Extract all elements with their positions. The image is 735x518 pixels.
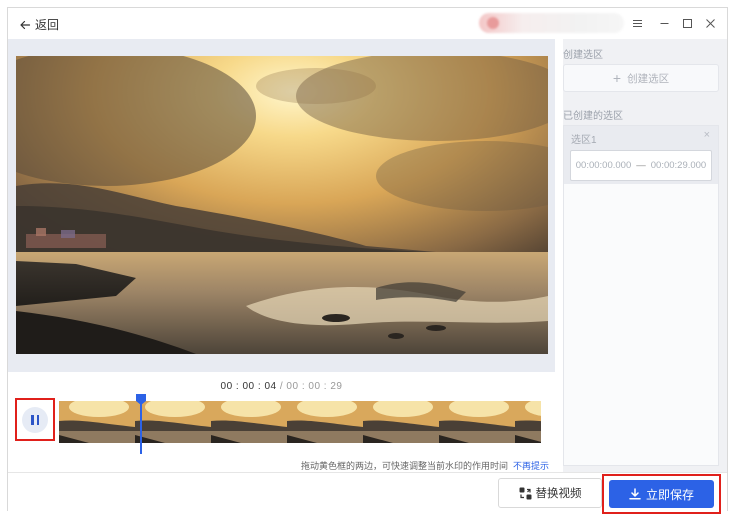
menu-button[interactable]	[629, 15, 645, 31]
maximize-icon	[682, 18, 692, 28]
pause-button[interactable]	[22, 406, 48, 433]
timeline-area: 00 : 00 : 04 / 00 : 00 : 29 拖动黄色框的两边，可快速…	[8, 372, 555, 471]
region-start-time: 00:00:00.000	[575, 160, 632, 171]
create-section-title: 创建选区	[563, 50, 603, 61]
remove-region-icon[interactable]: ×	[704, 129, 710, 141]
save-highlight: 立即保存	[602, 474, 721, 514]
region-time-range[interactable]: 00:00:00.000 — 00:00:29.000	[570, 150, 712, 181]
total-time: 00 : 00 : 29	[286, 381, 343, 392]
current-time: 00 : 00 : 04	[220, 381, 277, 392]
arrow-left-icon	[20, 20, 31, 29]
back-button[interactable]: 返回	[19, 16, 59, 33]
video-preview-area	[8, 39, 555, 372]
menu-icon	[632, 19, 642, 27]
thumbnail-frame	[211, 401, 287, 443]
timecode: 00 : 00 : 04 / 00 : 00 : 29	[8, 381, 555, 392]
thumbnail-frame	[515, 401, 541, 443]
created-section-title: 已创建的选区	[563, 111, 623, 122]
range-dash: —	[636, 160, 646, 171]
swap-icon	[519, 487, 531, 499]
save-now-label: 立即保存	[645, 487, 694, 502]
playhead-handle[interactable]	[136, 394, 146, 454]
save-now-button[interactable]: 立即保存	[609, 480, 714, 508]
account-avatar[interactable]	[479, 13, 624, 33]
footer-bar: 替换视频 立即保存	[8, 472, 727, 514]
time-separator: /	[276, 381, 287, 392]
region-item[interactable]: 选区1 × 00:00:00.000 — 00:00:29.000	[564, 126, 718, 184]
thumbnail-frame	[59, 401, 135, 443]
download-icon	[629, 488, 641, 500]
create-region-label: 创建选区	[627, 72, 670, 85]
thumbnail-frame	[287, 401, 363, 443]
video-frame[interactable]	[16, 56, 548, 354]
region-panel: 创建选区 + 创建选区 已创建的选区 选区1 × 00:00:00.000 — …	[563, 39, 727, 472]
region-end-time: 00:00:29.000	[650, 160, 707, 171]
region-list: 选区1 × 00:00:00.000 — 00:00:29.000	[563, 125, 719, 466]
dismiss-hint-link[interactable]: 不再提示	[513, 461, 549, 471]
thumbnail-frame	[439, 401, 515, 443]
minimize-button[interactable]	[656, 15, 672, 31]
title-bar: 返回	[8, 8, 727, 38]
replace-video-button[interactable]: 替换视频	[498, 478, 602, 508]
hint-text: 拖动黄色框的两边，可快速调整当前水印的作用时间	[300, 461, 508, 471]
region-name: 选区1	[571, 135, 597, 146]
thumbnail-frame	[363, 401, 439, 443]
thumbnail-strip[interactable]	[59, 401, 541, 443]
sunset-sea-scene	[16, 56, 548, 354]
replace-video-label: 替换视频	[535, 488, 582, 500]
editor-window: 返回 00: 00: 04 / 00: 00: 29 拖动黄色框的两边，…	[7, 7, 728, 514]
pause-highlight	[15, 398, 55, 441]
maximize-button[interactable]	[679, 15, 695, 31]
thumbnail-frame	[135, 401, 211, 443]
timeline-hint: 拖动黄色框的两边，可快速调整当前水印的作用时间 不再提示	[301, 459, 549, 472]
minimize-icon	[660, 22, 668, 24]
pause-icon	[31, 414, 34, 425]
close-icon	[705, 18, 715, 28]
plus-icon: +	[612, 70, 622, 86]
back-label: 返回	[35, 18, 60, 32]
close-button[interactable]	[702, 15, 718, 31]
create-region-button[interactable]: + 创建选区	[563, 64, 719, 92]
